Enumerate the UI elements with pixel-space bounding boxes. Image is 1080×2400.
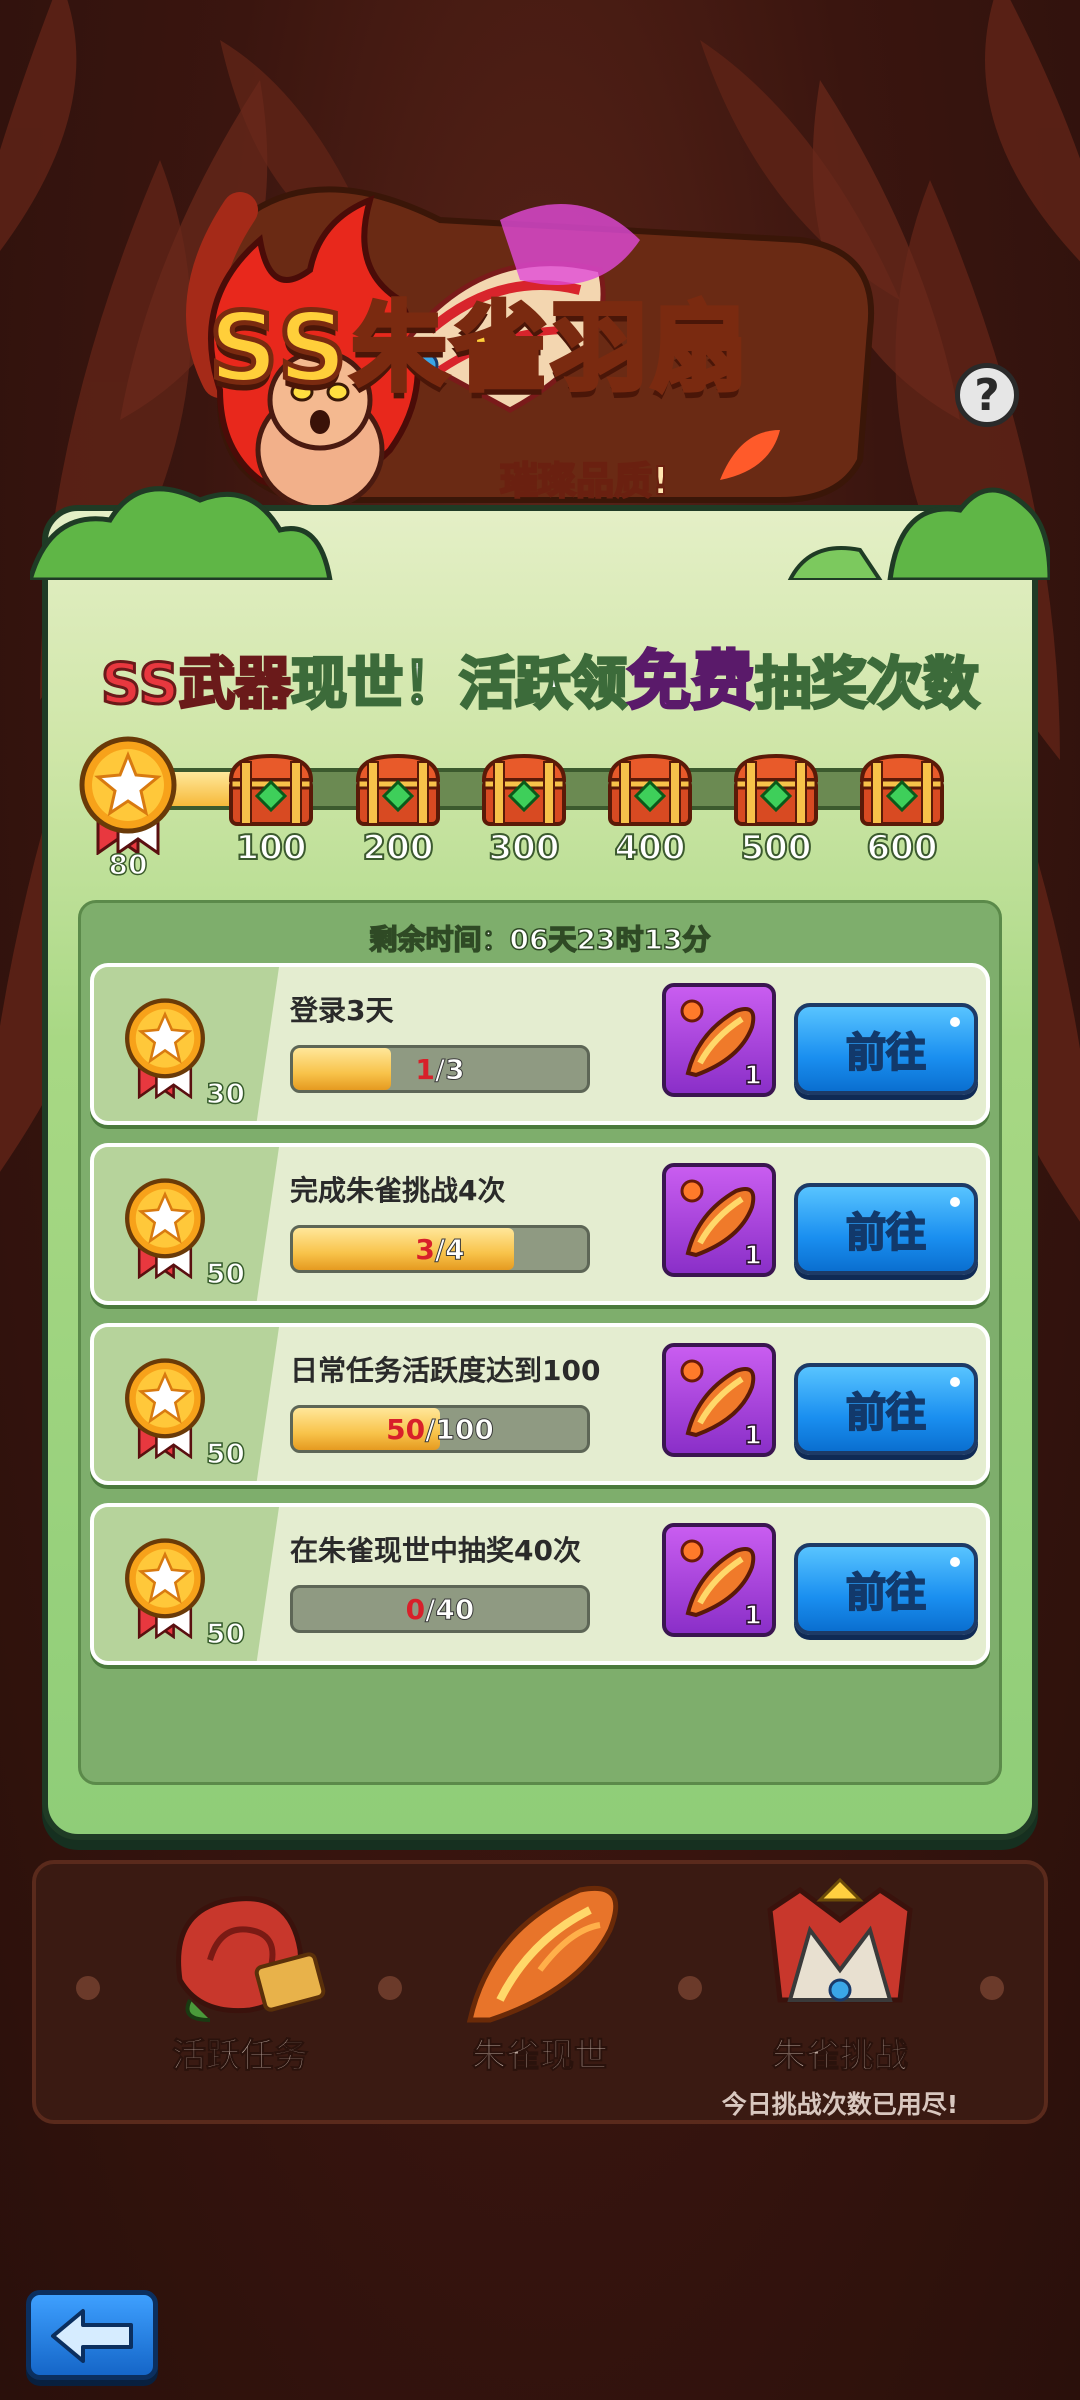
nav-divider-dot [678, 1976, 702, 2000]
medal-star-icon [79, 736, 177, 855]
current-activity-points: 80 [108, 847, 148, 882]
task-progress-text: 50/100 [293, 1408, 587, 1450]
treasure-chest-icon [355, 753, 441, 826]
task-progress-bar: 0/40 [290, 1585, 590, 1633]
task-reward[interactable]: 1 [662, 1523, 776, 1637]
nav-label-zhuque-challenge: 朱雀挑战 [772, 2036, 909, 2077]
task-progress-total: /4 [434, 1232, 465, 1266]
chest-threshold-label: 100 [235, 827, 308, 869]
reward-quantity: 1 [743, 1240, 763, 1272]
headline-part2: 现世！活跃领 [290, 651, 629, 719]
task-progress-current: 50 [386, 1412, 426, 1446]
remaining-time: 剩余时间：06天23时13分 [369, 922, 711, 957]
help-icon: ? [974, 369, 1000, 421]
task-progress-text: 1/3 [293, 1048, 587, 1090]
nav-zhuque-appear[interactable]: 朱雀现世 [430, 1870, 650, 2090]
task-row: 50 完成朱雀挑战4次 3/4 1 前往 [90, 1143, 990, 1305]
treasure-chest[interactable] [604, 750, 696, 830]
task-progress-current: 0 [405, 1592, 426, 1626]
task-reward[interactable]: 1 [662, 1343, 776, 1457]
task-reward[interactable]: 1 [662, 983, 776, 1097]
treasure-chest[interactable] [352, 750, 444, 830]
chest-threshold-label: 400 [614, 827, 687, 869]
back-arrow-icon [51, 2309, 133, 2363]
rose-icon [176, 1896, 326, 2022]
task-title: 完成朱雀挑战4次 [290, 1174, 506, 1207]
treasure-chest[interactable] [225, 750, 317, 830]
treasure-chest[interactable] [478, 750, 570, 830]
task-row: 50 在朱雀现世中抽奖40次 0/40 1 前往 [90, 1503, 990, 1665]
feather-icon [466, 1885, 619, 2023]
go-button[interactable]: 前往 [794, 1183, 978, 1275]
treasure-chest[interactable] [856, 750, 948, 830]
reward-quantity: 1 [743, 1600, 763, 1632]
nav-label-zhuque-appear: 朱雀现世 [472, 2036, 609, 2077]
challenge-exhausted-note: 今日挑战次数已用尽! [721, 2090, 959, 2119]
nav-divider-dot [76, 1976, 100, 2000]
go-button[interactable]: 前往 [794, 1003, 978, 1095]
medal-star-icon [125, 998, 205, 1099]
treasure-chest-icon [859, 753, 945, 826]
help-button[interactable]: ? [955, 363, 1019, 427]
task-title: 登录3天 [290, 994, 394, 1027]
treasure-chest[interactable] [730, 750, 822, 830]
back-button[interactable] [26, 2290, 158, 2380]
task-progress-current: 3 [415, 1232, 435, 1266]
task-progress-text: 0/40 [293, 1588, 587, 1630]
nav-divider-dot [980, 1976, 1004, 2000]
reward-quantity: 1 [743, 1060, 763, 1092]
task-progress-text: 3/4 [293, 1228, 587, 1270]
task-progress-total: /40 [425, 1592, 475, 1626]
task-progress-bar: 3/4 [290, 1225, 590, 1273]
panel-headline: SS武器现世！活跃领免费抽奖次数 [80, 630, 1000, 722]
task-progress-bar: 1/3 [290, 1045, 590, 1093]
task-title: 在朱雀现世中抽奖40次 [290, 1534, 581, 1567]
task-progress-total: /3 [434, 1052, 465, 1086]
treasure-chest-icon [228, 753, 314, 826]
nav-zhuque-challenge[interactable]: 朱雀挑战 [730, 1870, 950, 2090]
reward-quantity: 1 [743, 1420, 763, 1452]
task-points: 50 [205, 1256, 245, 1291]
task-progress-bar: 50/100 [290, 1405, 590, 1453]
treasure-chest-icon [733, 753, 819, 826]
task-title: 日常任务活跃度达到100 [290, 1354, 601, 1387]
task-points: 50 [205, 1436, 245, 1471]
nav-active-tasks[interactable]: 活跃任务 [130, 1870, 350, 2090]
go-button[interactable]: 前往 [794, 1543, 978, 1635]
chest-threshold-label: 200 [362, 827, 435, 869]
panel-bushes [30, 486, 1050, 580]
headline-part4: 抽奖次数 [754, 651, 981, 719]
task-progress-total: /100 [425, 1412, 495, 1446]
task-points: 50 [205, 1616, 245, 1651]
headline-part1: SS武器 [99, 651, 292, 719]
task-row: 50 日常任务活跃度达到100 50/100 1 前往 [90, 1323, 990, 1485]
banner-title: SS朱雀羽扇 [207, 290, 751, 407]
task-progress-current: 1 [415, 1052, 435, 1086]
task-points: 30 [205, 1076, 245, 1111]
chest-threshold-label: 500 [740, 827, 813, 869]
treasure-chest-icon [481, 753, 567, 826]
treasure-chest-icon [607, 753, 693, 826]
nav-divider-dot [378, 1976, 402, 2000]
nav-label-active-tasks: 活跃任务 [172, 2036, 309, 2077]
medal-star-icon [125, 1538, 205, 1639]
go-button[interactable]: 前往 [794, 1363, 978, 1455]
headline-part3: 免费 [626, 644, 757, 721]
medal-star-icon [125, 1358, 205, 1459]
medal-star-icon [125, 1178, 205, 1279]
chest-threshold-label: 600 [866, 827, 939, 869]
crown-emblem-icon [767, 1877, 913, 2003]
task-reward[interactable]: 1 [662, 1163, 776, 1277]
task-row: 30 登录3天 1/3 1 前往 [90, 963, 990, 1125]
chest-threshold-label: 300 [488, 827, 561, 869]
